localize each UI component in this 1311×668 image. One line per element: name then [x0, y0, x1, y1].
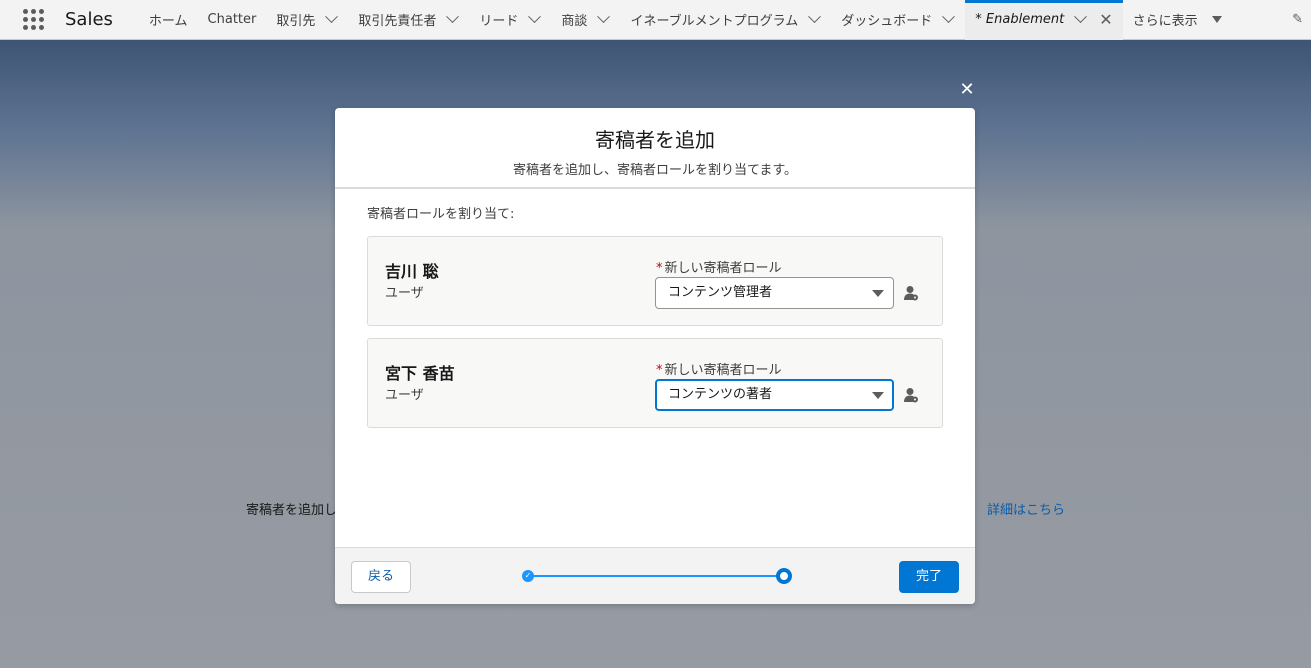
- role-label-text: 新しい寄稿者ロール: [664, 363, 782, 378]
- nav-item-enablement-programs[interactable]: イネーブルメントプログラム: [620, 0, 831, 40]
- nav-item-home[interactable]: ホーム: [139, 0, 198, 40]
- modal-body: 寄稿者ロールを割り当て: 吉川 聡 ユーザ * 新しい寄稿者ロール コンテンツ管理…: [335, 189, 975, 546]
- chevron-down-icon[interactable]: [446, 10, 460, 24]
- section-label: 寄稿者ロールを割り当て:: [367, 207, 515, 222]
- nav-item-label: ダッシュボード: [841, 14, 933, 29]
- nav-more-label: さらに表示: [1132, 14, 1198, 29]
- caret-down-icon: [872, 290, 884, 297]
- nav-item-label: 取引先責任者: [358, 14, 437, 29]
- tab-enablement[interactable]: * Enablement ✕: [965, 0, 1123, 40]
- role-label-text: 新しい寄稿者ロール: [664, 261, 782, 276]
- contributor-type: ユーザ: [385, 286, 424, 301]
- role-select[interactable]: コンテンツの著者: [655, 379, 894, 411]
- background-description: 寄稿者を追加し: [246, 503, 338, 518]
- nav-item-accounts[interactable]: 取引先: [266, 0, 348, 40]
- role-field-label: * 新しい寄稿者ロール: [656, 257, 782, 276]
- nav-item-label: 取引先: [276, 14, 316, 29]
- nav-item-contacts[interactable]: 取引先責任者: [348, 0, 469, 40]
- close-tab-icon[interactable]: ✕: [1099, 10, 1112, 29]
- chevron-down-icon[interactable]: [1074, 10, 1088, 24]
- role-select-value: コンテンツの著者: [668, 387, 773, 402]
- modal-subtitle: 寄稿者を追加し、寄稿者ロールを割り当てます。: [512, 163, 798, 178]
- step-current-marker[interactable]: [776, 568, 792, 584]
- modal-close-icon[interactable]: ✕: [957, 80, 977, 100]
- contributor-type: ユーザ: [385, 388, 424, 403]
- app-launcher-icon[interactable]: [21, 8, 45, 32]
- tab-label: * Enablement: [975, 12, 1065, 27]
- nav-item-label: リード: [479, 14, 519, 29]
- contributor-card: 宮下 香苗 ユーザ * 新しい寄稿者ロール コンテンツの著者: [367, 338, 943, 428]
- chevron-down-icon[interactable]: [597, 10, 611, 24]
- learn-more-link[interactable]: 詳細はこちら: [987, 499, 1065, 518]
- user-settings-icon[interactable]: [904, 387, 918, 403]
- chevron-down-icon[interactable]: [942, 10, 956, 24]
- contributor-card: 吉川 聡 ユーザ * 新しい寄稿者ロール コンテンツ管理者: [367, 236, 943, 326]
- role-field-label: * 新しい寄稿者ロール: [656, 359, 782, 378]
- required-marker: *: [656, 363, 663, 378]
- nav-item-chatter[interactable]: Chatter: [198, 0, 267, 40]
- caret-down-icon: [1211, 16, 1222, 23]
- chevron-down-icon[interactable]: [808, 10, 822, 24]
- nav-item-label: Chatter: [207, 12, 257, 27]
- modal-footer: 戻る ✓ 完了: [335, 547, 975, 604]
- nav-item-label: イネーブルメントプログラム: [630, 14, 799, 29]
- chevron-down-icon[interactable]: [325, 10, 339, 24]
- add-contributors-modal: 寄稿者を追加 寄稿者を追加し、寄稿者ロールを割り当てます。 寄稿者ロールを割り当…: [335, 108, 975, 604]
- nav-item-label: ホーム: [148, 14, 188, 29]
- required-marker: *: [656, 261, 663, 276]
- nav-more-menu[interactable]: さらに表示: [1123, 0, 1232, 40]
- modal-header: 寄稿者を追加 寄稿者を追加し、寄稿者ロールを割り当てます。: [335, 108, 975, 189]
- nav-item-dashboards[interactable]: ダッシュボード: [831, 0, 965, 40]
- contributor-name: 宮下 香苗: [385, 364, 455, 383]
- pencil-icon[interactable]: ✎: [1292, 12, 1303, 27]
- nav-item-leads[interactable]: リード: [469, 0, 551, 40]
- back-button[interactable]: 戻る: [351, 561, 411, 593]
- chevron-down-icon[interactable]: [528, 10, 542, 24]
- role-select[interactable]: コンテンツ管理者: [655, 277, 894, 309]
- nav-item-opportunities[interactable]: 商談: [551, 0, 620, 40]
- contributor-name: 吉川 聡: [385, 262, 439, 281]
- global-nav-bar: Sales ホーム Chatter 取引先 取引先責任者 リード 商談 イネーブ…: [0, 0, 1311, 40]
- role-select-value: コンテンツ管理者: [668, 285, 773, 300]
- progress-bar: [528, 575, 784, 577]
- done-button[interactable]: 完了: [899, 561, 959, 593]
- caret-down-icon: [872, 392, 884, 399]
- app-name: Sales: [65, 9, 113, 30]
- modal-title: 寄稿者を追加: [595, 128, 715, 152]
- step-complete-check-icon[interactable]: ✓: [522, 570, 534, 582]
- nav-item-label: 商談: [561, 14, 588, 29]
- user-settings-icon[interactable]: [904, 285, 918, 301]
